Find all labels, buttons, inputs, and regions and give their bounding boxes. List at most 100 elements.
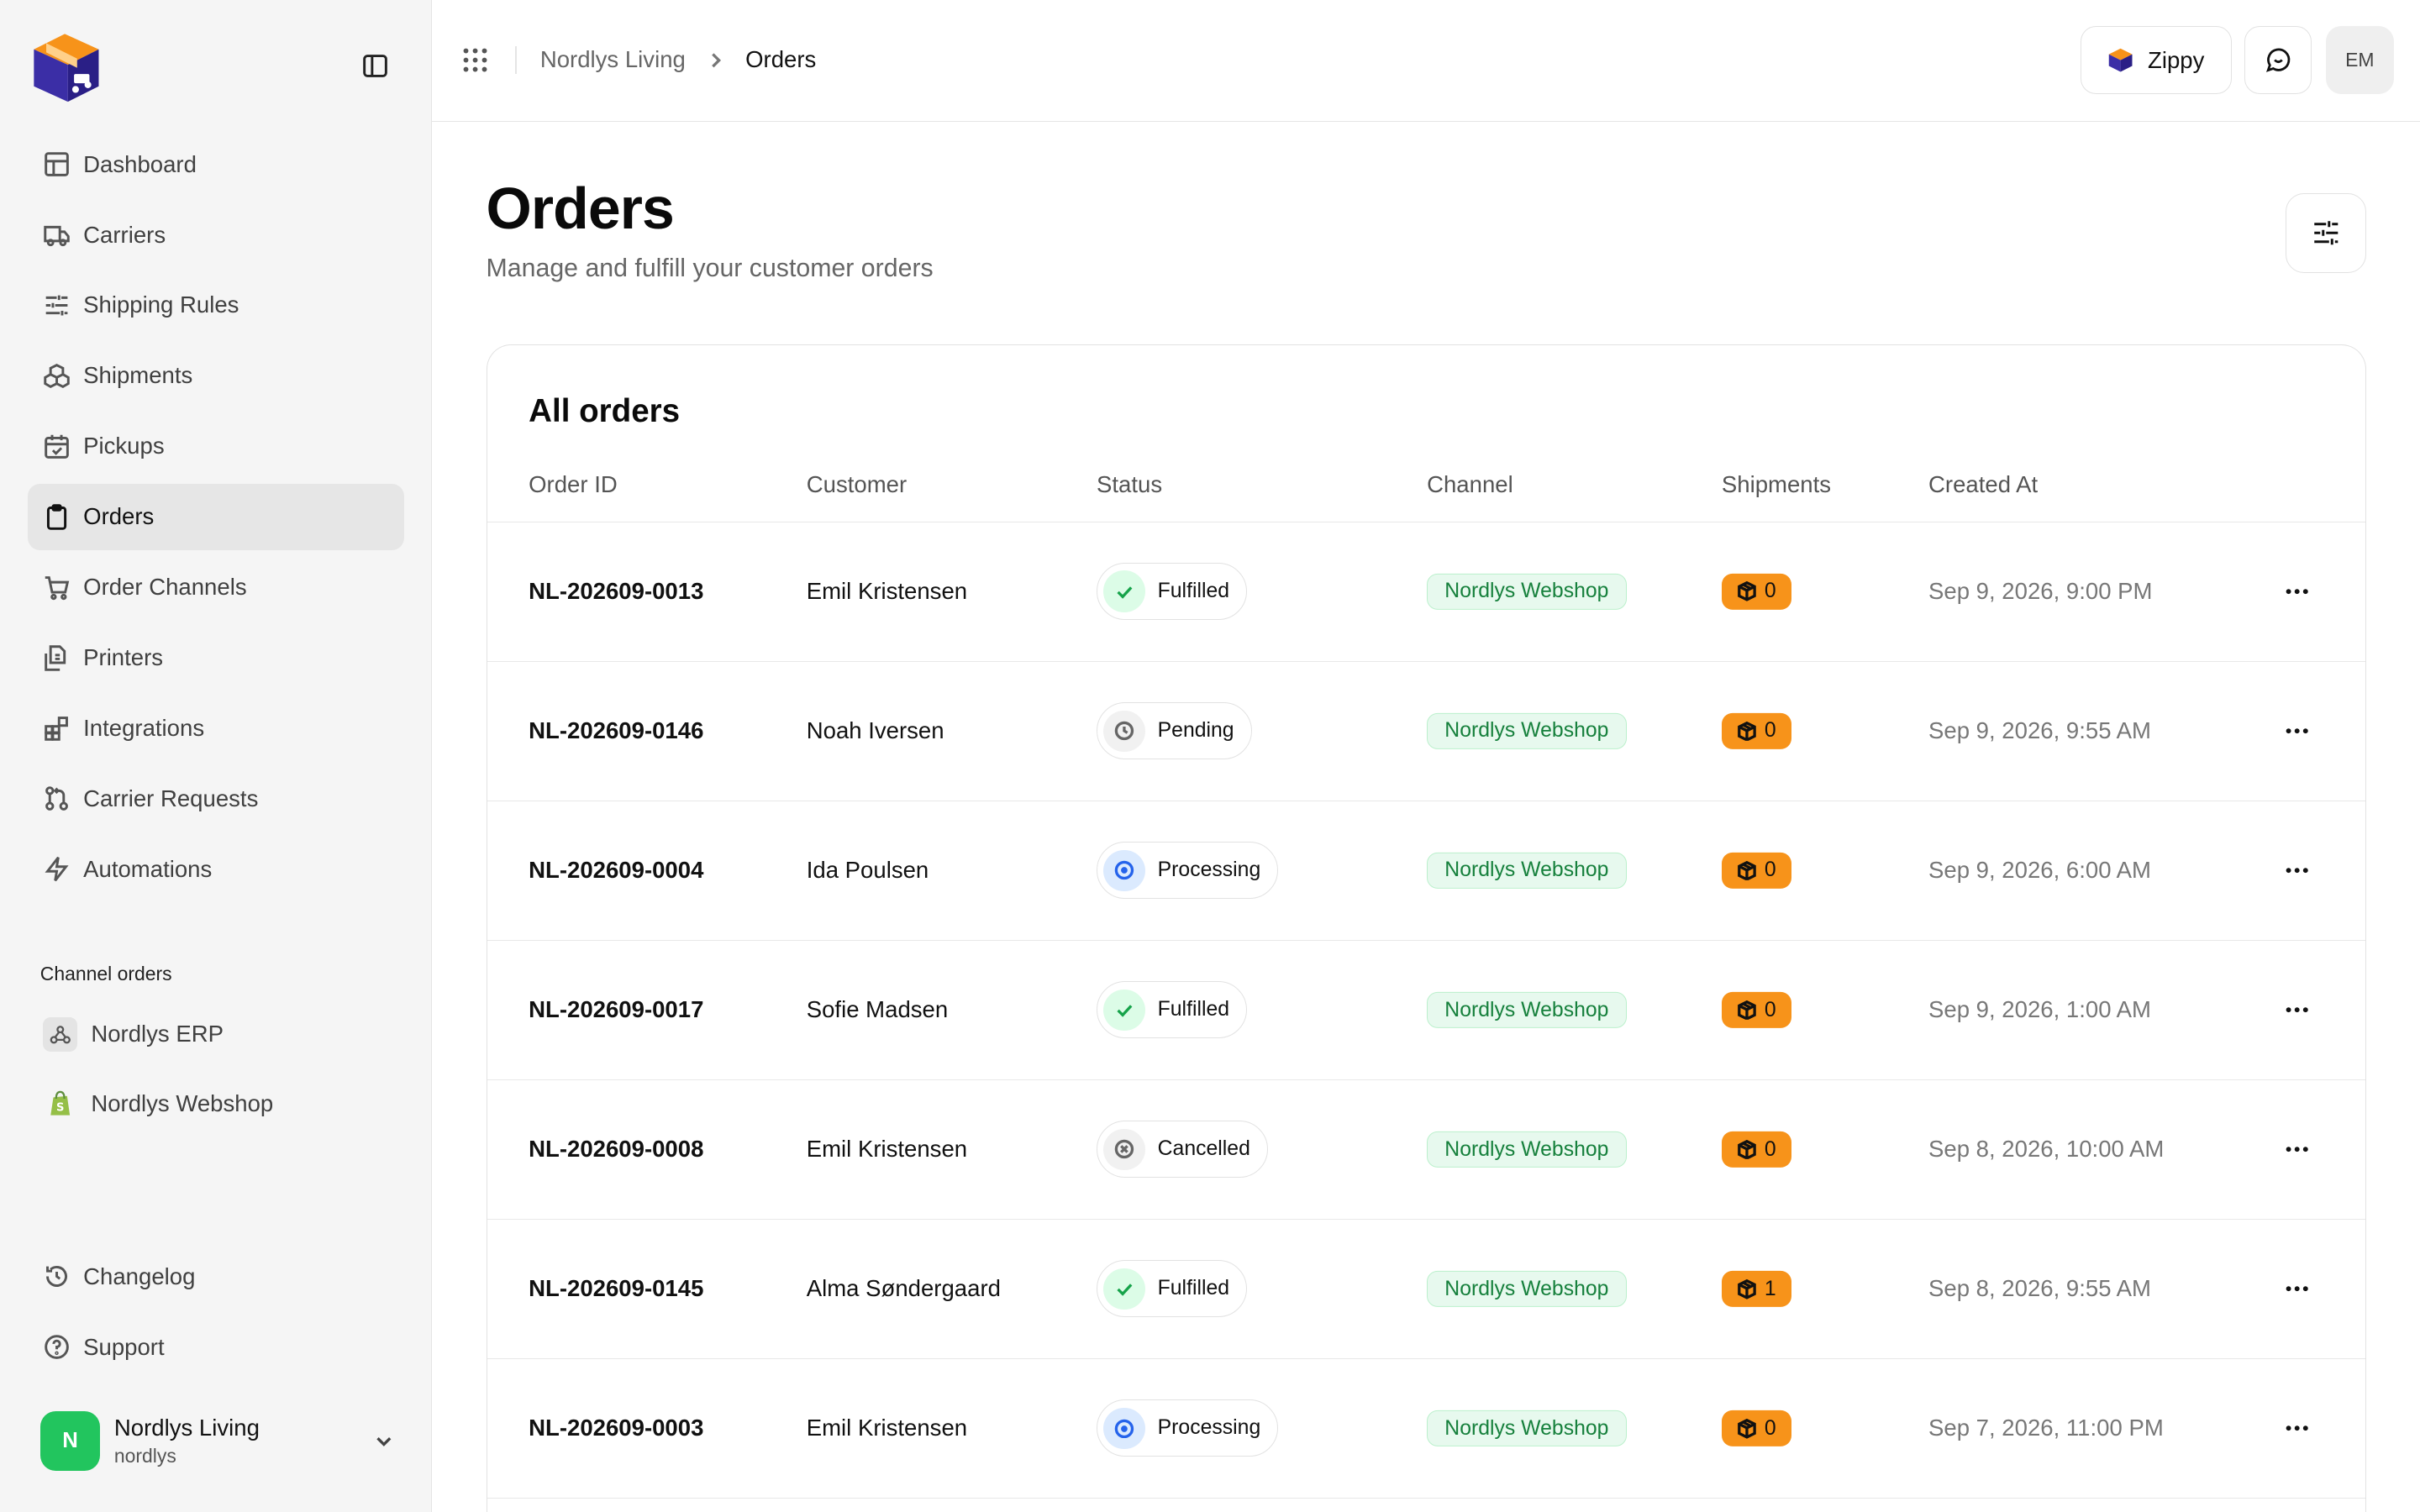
column-header-customer: Customer [806, 471, 908, 498]
status-badge: Fulfilled [1097, 981, 1248, 1039]
printer-icon [45, 644, 66, 671]
sidebar-item-nordlys-erp[interactable]: Nordlys ERP [28, 1000, 404, 1069]
order-id[interactable]: NL-202609-0003 [529, 1415, 703, 1441]
user-avatar-button[interactable]: EM [2325, 26, 2394, 95]
channel-badge: Nordlys Webshop [1427, 713, 1627, 749]
sidebar-item-support[interactable]: Support [28, 1314, 404, 1380]
chat-button[interactable] [2244, 26, 2312, 95]
webhook-icon [43, 1017, 77, 1052]
customer-name: Sofie Madsen [806, 996, 949, 1023]
sidebar-item-shipping-rules[interactable]: Shipping Rules [28, 272, 404, 339]
table-row[interactable]: NL-202609-0008 Emil Kristensen Cancelled No… [487, 1080, 2365, 1220]
customer-name: Emil Kristensen [806, 1136, 968, 1163]
created-at: Sep 8, 2026, 10:00 AM [1928, 1136, 2165, 1163]
table-row[interactable]: NL-202609-0146 Noah Iversen Pending Nordlys… [487, 662, 2365, 801]
sidebar-item-carriers[interactable]: Carriers [28, 202, 404, 268]
nav-label: Integrations [83, 714, 205, 741]
channel-badge: Nordlys Webshop [1427, 1271, 1627, 1307]
zippy-assistant-button[interactable]: Zippy [2080, 26, 2232, 95]
sidebar-item-integrations[interactable]: Integrations [28, 695, 404, 761]
more-actions-icon[interactable] [2283, 1136, 2311, 1163]
order-id[interactable]: NL-202609-0004 [529, 857, 703, 884]
more-actions-icon[interactable] [2283, 578, 2311, 606]
table-row[interactable]: NL-202609-0013 Emil Kristensen Fulfilled No… [487, 522, 2365, 662]
channel-badge: Nordlys Webshop [1427, 992, 1627, 1028]
bottom-nav: Changelog Support [28, 1243, 404, 1384]
more-actions-icon[interactable] [2283, 1415, 2311, 1442]
shipments-count: 1 [1764, 1277, 1776, 1300]
x-circle-icon [1103, 1128, 1145, 1171]
sidebar-item-printers[interactable]: Printers [28, 625, 404, 691]
shipments-badge: 0 [1721, 1410, 1791, 1446]
channel-badge: Nordlys Webshop [1427, 853, 1627, 889]
created-at: Sep 7, 2026, 11:00 PM [1928, 1415, 2164, 1441]
cart-icon [45, 575, 70, 600]
sidebar-item-orders[interactable]: Orders [28, 483, 405, 550]
sidebar-item-dashboard[interactable]: Dashboard [28, 131, 404, 197]
sidebar-item-shipments[interactable]: Shipments [28, 343, 404, 409]
channel-label: Nordlys Webshop [91, 1090, 274, 1117]
boxes-icon [44, 363, 71, 388]
created-at: Sep 8, 2026, 9:55 AM [1928, 1275, 2151, 1302]
order-id[interactable]: NL-202609-0145 [529, 1275, 703, 1302]
status-label: Fulfilled [1157, 580, 1230, 603]
package-icon [1737, 1418, 1756, 1439]
status-badge: Pending [1097, 702, 1252, 760]
brand-logo[interactable] [28, 28, 105, 105]
truck-icon [44, 225, 71, 247]
order-id[interactable]: NL-202609-0017 [529, 996, 703, 1023]
breadcrumb-link[interactable]: Nordlys Living [540, 46, 686, 73]
page-subtitle: Manage and fulfill your customer orders [486, 255, 934, 283]
help-circle-icon [45, 1335, 70, 1360]
sidebar-item-changelog[interactable]: Changelog [28, 1243, 404, 1310]
account-switcher[interactable]: N Nordlys Living nordlys [39, 1407, 395, 1475]
shopify-icon: S [43, 1087, 76, 1121]
table-row[interactable]: NL-202609-0145 Alma Søndergaard Fulfilled N… [487, 1220, 2365, 1359]
avatar: N [39, 1410, 101, 1472]
order-id[interactable]: NL-202609-0008 [529, 1136, 703, 1163]
nav-label: Shipping Rules [83, 291, 239, 318]
status-label: Cancelled [1157, 1137, 1250, 1161]
column-header-created-at: Created At [1928, 471, 2039, 498]
nav-label: Support [83, 1333, 165, 1360]
more-actions-icon[interactable] [2283, 857, 2311, 885]
shipments-badge: 1 [1721, 1271, 1791, 1307]
account-name: Nordlys Living [113, 1415, 260, 1441]
table-row[interactable]: NL-202609-0004 Ida Poulsen Processing Nordl… [487, 801, 2365, 941]
package-icon [1737, 581, 1756, 602]
table-row[interactable]: NL-202609-0003 Emil Kristensen Processing N… [487, 1359, 2365, 1499]
more-actions-icon[interactable] [2283, 1275, 2311, 1303]
more-actions-icon[interactable] [2283, 717, 2311, 745]
table-row[interactable]: NL-202609-0017 Sofie Madsen Fulfilled Nordl… [487, 941, 2365, 1080]
created-at: Sep 9, 2026, 9:55 AM [1928, 717, 2151, 744]
shipments-badge: 0 [1721, 574, 1791, 610]
channel-badge: Nordlys Webshop [1427, 1410, 1627, 1446]
message-circle-icon [2265, 48, 2290, 73]
more-actions-icon[interactable] [2283, 996, 2311, 1024]
order-id[interactable]: NL-202609-0146 [529, 717, 703, 744]
customer-name: Ida Poulsen [806, 857, 929, 884]
processing-icon [1103, 849, 1145, 892]
breadcrumb-current: Orders [745, 46, 817, 73]
package-icon [1737, 1278, 1756, 1299]
shipments-count: 0 [1764, 580, 1776, 603]
status-label: Fulfilled [1157, 998, 1230, 1021]
git-pull-request-icon [45, 786, 69, 811]
sidebar-item-pickups[interactable]: Pickups [28, 413, 404, 480]
sidebar-item-order-channels[interactable]: Order Channels [28, 554, 404, 621]
filter-settings-button[interactable] [2286, 192, 2366, 274]
sidebar-toggle-icon[interactable] [361, 52, 389, 80]
sidebar-item-carrier-requests[interactable]: Carrier Requests [28, 765, 404, 832]
sidebar-item-nordlys-webshop[interactable]: S Nordlys Webshop [28, 1069, 404, 1139]
calendar-check-icon [45, 434, 70, 459]
package-icon [1737, 860, 1756, 881]
nav-label: Dashboard [83, 150, 197, 177]
channel-orders-heading: Channel orders [39, 963, 172, 985]
order-id[interactable]: NL-202609-0013 [529, 578, 703, 605]
check-icon [1103, 570, 1145, 613]
column-header-order-id: Order ID [529, 471, 618, 498]
apps-grid-icon[interactable] [461, 46, 489, 74]
nav-label: Changelog [83, 1263, 196, 1289]
svg-text:S: S [56, 1101, 64, 1114]
sidebar-item-automations[interactable]: Automations [28, 836, 404, 902]
